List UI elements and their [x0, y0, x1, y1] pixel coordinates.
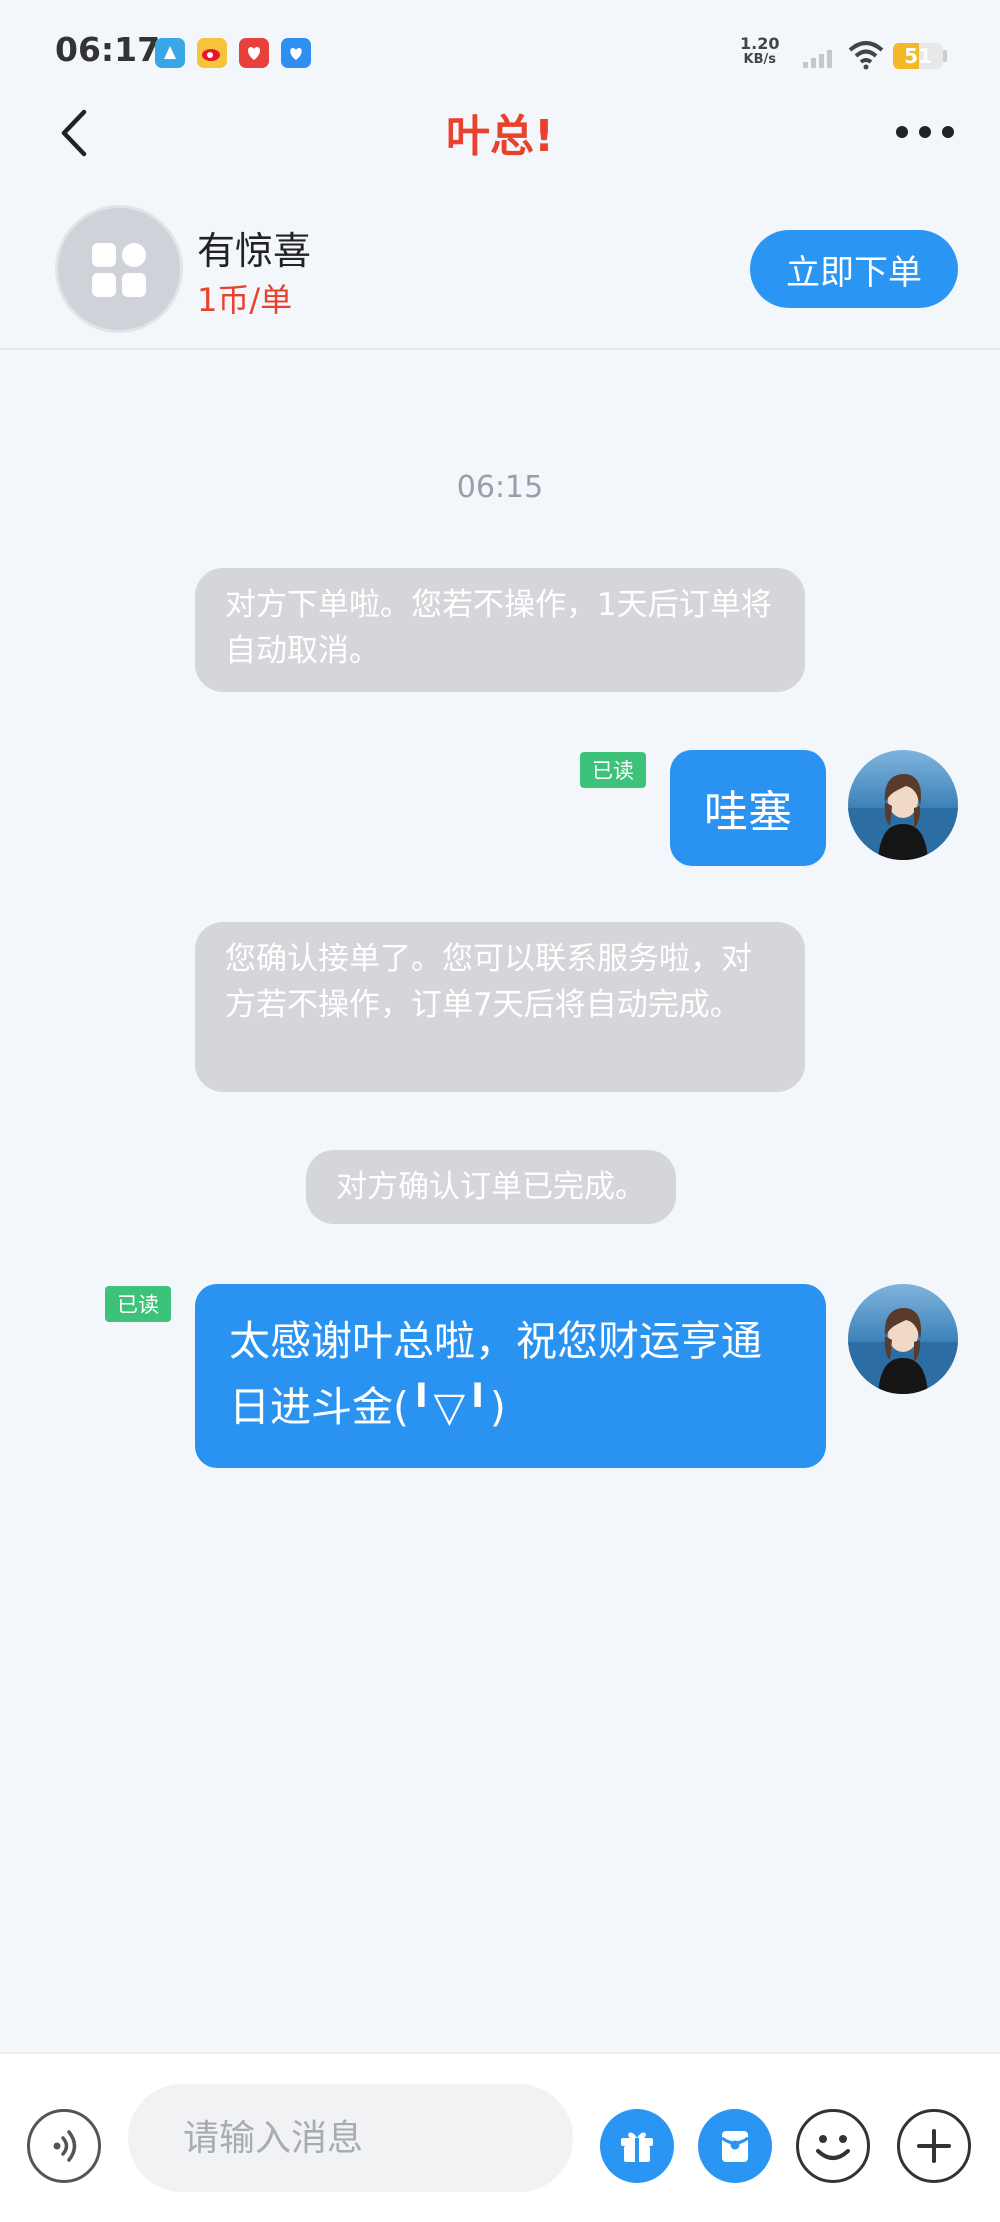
read-badge: 已读	[580, 752, 646, 788]
order-price: 1币/单	[197, 281, 293, 319]
network-speed-unit: KB/s	[743, 52, 776, 67]
app-grid-icon	[92, 243, 146, 297]
network-speed-value: 1.20	[740, 34, 780, 53]
chat-timestamp: 06:15	[456, 470, 544, 505]
system-message-text: 对方确认订单已完成。	[336, 1169, 646, 1205]
my-message-text: 哇塞	[704, 787, 792, 838]
battery-level: 51	[904, 44, 932, 68]
notification-icons	[155, 38, 311, 68]
my-message[interactable]: 哇塞	[670, 750, 826, 866]
order-avatar	[55, 205, 183, 333]
user-avatar-image	[848, 750, 958, 860]
notification-app-icon	[239, 38, 269, 68]
order-title: 有惊喜	[197, 229, 312, 273]
system-message: 对方下单啦。您若不操作，1天后订单将自动取消。	[195, 568, 805, 692]
system-message-text: 对方下单啦。您若不操作，1天后订单将自动取消。	[225, 587, 772, 669]
red-packet-button[interactable]	[698, 2109, 772, 2183]
my-message[interactable]: 太感谢叶总啦，祝您财运亨通日进斗金(╹▽╹)	[195, 1284, 826, 1468]
more-actions-button[interactable]	[897, 2109, 971, 2183]
system-message: 对方确认订单已完成。	[306, 1150, 676, 1224]
read-badge: 已读	[105, 1286, 171, 1322]
order-bar: 有惊喜 1币/单 立即下单	[0, 190, 1000, 350]
message-input[interactable]	[128, 2084, 573, 2192]
notification-app-icon	[155, 38, 185, 68]
status-time: 06:17	[55, 30, 161, 69]
wifi-icon	[848, 40, 884, 74]
avatar[interactable]	[848, 750, 958, 860]
notification-app-icon	[281, 38, 311, 68]
page-title: 叶总!	[445, 111, 555, 162]
emoji-button[interactable]	[796, 2109, 870, 2183]
plus-icon	[917, 2129, 951, 2163]
more-button[interactable]	[890, 112, 960, 152]
emoji-icon	[816, 2135, 850, 2160]
place-order-button[interactable]: 立即下单	[750, 230, 958, 308]
signal-icon	[803, 46, 839, 72]
nav-bar: 叶总!	[0, 92, 1000, 182]
more-icon	[896, 126, 954, 138]
battery-icon: 51	[893, 43, 943, 69]
red-packet-icon	[721, 2131, 749, 2162]
battery-tip	[943, 50, 947, 62]
voice-icon	[53, 2130, 77, 2162]
network-speed: 1.20 KB/s	[740, 36, 779, 68]
system-message: 您确认接单了。您可以联系服务啦，对方若不操作，订单7天后将自动完成。	[195, 922, 805, 1092]
gift-button[interactable]	[600, 2109, 674, 2183]
user-avatar-image	[848, 1284, 958, 1394]
my-message-text: 太感谢叶总啦，祝您财运亨通日进斗金(╹▽╹)	[229, 1317, 762, 1431]
avatar[interactable]	[848, 1284, 958, 1394]
system-message-text: 您确认接单了。您可以联系服务啦，对方若不操作，订单7天后将自动完成。	[225, 941, 752, 1023]
weibo-icon	[197, 38, 227, 68]
voice-button[interactable]	[27, 2109, 101, 2183]
gift-icon	[621, 2132, 653, 2162]
input-bar	[0, 2052, 1000, 2222]
status-bar: 06:17 1.20 KB/s 51	[0, 0, 1000, 100]
